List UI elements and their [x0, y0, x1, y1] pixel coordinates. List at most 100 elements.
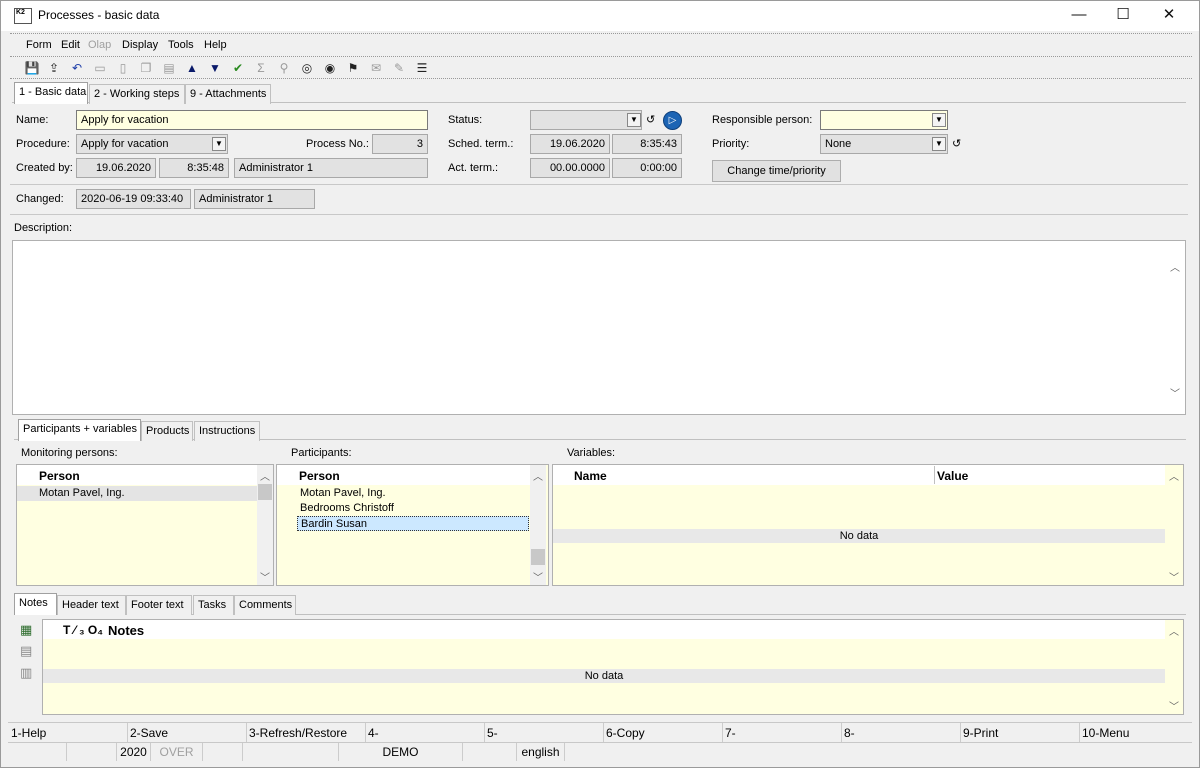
arrow-up-icon[interactable]: ▲: [183, 59, 201, 77]
priority-dropdown-icon[interactable]: ▼: [932, 137, 946, 151]
description-scroll-up-icon[interactable]: ︿: [1167, 259, 1183, 274]
menu-olap[interactable]: Olap: [88, 39, 111, 51]
close-button[interactable]: ✕: [1146, 0, 1192, 30]
menu-help[interactable]: Help: [204, 39, 227, 51]
tab-header-text[interactable]: Header text: [57, 595, 126, 615]
notes-empty-text: No data: [43, 669, 1165, 683]
tab-participants-variables[interactable]: Participants + variables: [18, 419, 141, 441]
save-icon[interactable]: 💾: [23, 59, 41, 77]
book-icon[interactable]: ▤: [160, 59, 178, 77]
status-history-icon[interactable]: ↺: [646, 113, 655, 126]
participants-col-person[interactable]: Person: [299, 469, 340, 483]
arrow-down-icon[interactable]: ▼: [206, 59, 224, 77]
changed-datetime-field: 2020-06-19 09:33:40: [76, 189, 191, 209]
open-folder-icon[interactable]: ▭: [91, 59, 109, 77]
fkey-5[interactable]: 5-: [484, 723, 603, 743]
fkey-save[interactable]: 2-Save: [127, 723, 246, 743]
tab-basic-data[interactable]: 1 - Basic data: [14, 82, 88, 104]
check-icon[interactable]: ✔: [229, 59, 247, 77]
list-item[interactable]: Motan Pavel, Ing.: [297, 486, 529, 501]
procedure-select[interactable]: Apply for vacation: [76, 134, 228, 154]
tab-comments[interactable]: Comments: [234, 595, 296, 615]
monitoring-scrollbar[interactable]: [257, 465, 273, 585]
undo-icon[interactable]: ↶: [68, 59, 86, 77]
notes-scroll-down-icon[interactable]: ﹀: [1166, 698, 1182, 713]
menu-edit[interactable]: Edit: [61, 39, 80, 51]
fkey-7[interactable]: 7-: [722, 723, 841, 743]
tab-footer-text[interactable]: Footer text: [126, 595, 192, 615]
priority-history-icon[interactable]: ↺: [952, 137, 961, 150]
fkey-refresh[interactable]: 3-Refresh/Restore: [246, 723, 365, 743]
monitoring-col-person[interactable]: Person: [39, 469, 80, 483]
tab-instructions[interactable]: Instructions: [194, 421, 260, 441]
fkey-copy[interactable]: 6-Copy: [603, 723, 722, 743]
monitoring-scroll-up-icon[interactable]: ︿: [257, 468, 273, 483]
notes-col-notes[interactable]: Notes: [108, 623, 144, 638]
responsible-select[interactable]: [820, 110, 948, 130]
variables-scroll-down-icon[interactable]: ﹀: [1166, 569, 1182, 584]
status-cell: [242, 743, 338, 761]
list-item[interactable]: Motan Pavel, Ing.: [17, 486, 257, 501]
participants-scroll-down-icon[interactable]: ﹀: [530, 569, 546, 584]
variables-col-value[interactable]: Value: [937, 469, 968, 483]
participants-scroll-thumb[interactable]: [531, 549, 545, 565]
filter-icon[interactable]: ⚲: [275, 59, 293, 77]
tab-working-steps[interactable]: 2 - Working steps: [89, 84, 185, 104]
play-icon[interactable]: ▷: [663, 111, 682, 130]
minimize-button[interactable]: —: [1056, 0, 1102, 30]
fkey-print[interactable]: 9-Print: [960, 723, 1079, 743]
menu-display[interactable]: Display: [122, 39, 158, 51]
monitoring-scroll-thumb[interactable]: [258, 484, 272, 500]
change-time-priority-button[interactable]: Change time/priority: [712, 160, 841, 182]
fkey-4[interactable]: 4-: [365, 723, 484, 743]
description-scroll-down-icon[interactable]: ﹀: [1167, 385, 1183, 400]
status-select[interactable]: [530, 110, 642, 130]
monitoring-scroll-down-icon[interactable]: ﹀: [257, 569, 273, 584]
participants-scrollbar[interactable]: [530, 465, 546, 585]
new-document-icon[interactable]: ▯: [114, 59, 132, 77]
process-no-label: Process No.:: [306, 138, 369, 150]
responsible-dropdown-icon[interactable]: ▼: [932, 113, 946, 127]
tab-products[interactable]: Products: [141, 421, 193, 441]
list-item[interactable]: Bedrooms Christoff: [297, 501, 529, 516]
procedure-dropdown-icon[interactable]: ▼: [212, 137, 226, 151]
delete-note-icon[interactable]: ▥: [20, 665, 32, 681]
act-date-field: 00.00.0000: [530, 158, 610, 178]
description-textarea[interactable]: [12, 240, 1186, 415]
binoculars-icon[interactable]: ◎: [298, 59, 316, 77]
participants-scroll-up-icon[interactable]: ︿: [530, 468, 546, 483]
tab-notes[interactable]: Notes: [14, 593, 57, 615]
sched-date-field: 19.06.2020: [530, 134, 610, 154]
variables-col-name[interactable]: Name: [574, 469, 607, 483]
fkey-menu[interactable]: 10-Menu: [1079, 723, 1191, 743]
fkey-8[interactable]: 8-: [841, 723, 960, 743]
save-as-icon[interactable]: ⇪: [45, 59, 63, 77]
run-icon[interactable]: ⚑: [344, 59, 362, 77]
variables-empty-text: No data: [553, 529, 1165, 543]
notes-header-icons[interactable]: T ⁄ ₃ O₄: [63, 623, 103, 637]
list-item-selected[interactable]: Bardin Susan: [297, 516, 529, 531]
menu-tools[interactable]: Tools: [168, 39, 194, 51]
edit-note-icon[interactable]: ▤: [20, 643, 32, 659]
created-user-field: Administrator 1: [234, 158, 428, 178]
sum-icon[interactable]: Σ: [252, 59, 270, 77]
fkey-help[interactable]: 1-Help: [9, 723, 127, 743]
variables-scroll-up-icon[interactable]: ︿: [1166, 468, 1182, 483]
copy-document-icon[interactable]: ❐: [137, 59, 155, 77]
notes-scroll-up-icon[interactable]: ︿: [1166, 623, 1182, 638]
menu-form[interactable]: Form: [26, 39, 52, 51]
tab-tasks[interactable]: Tasks: [193, 595, 234, 615]
priority-select[interactable]: None: [820, 134, 948, 154]
edit-icon[interactable]: ✎: [390, 59, 408, 77]
maximize-button[interactable]: ☐: [1100, 0, 1146, 30]
sched-time-field: 8:35:43: [612, 134, 682, 154]
hamburger-menu-icon[interactable]: ☰: [413, 59, 431, 77]
mail-icon[interactable]: ✉: [367, 59, 385, 77]
responsible-label: Responsible person:: [712, 114, 813, 126]
binoculars-next-icon[interactable]: ◉: [321, 59, 339, 77]
name-field[interactable]: Apply for vacation: [76, 110, 428, 130]
status-dropdown-icon[interactable]: ▼: [627, 113, 641, 127]
procedure-value: Apply for vacation: [81, 138, 169, 150]
tab-attachments[interactable]: 9 - Attachments: [185, 84, 271, 104]
add-note-icon[interactable]: ▦: [20, 622, 32, 638]
